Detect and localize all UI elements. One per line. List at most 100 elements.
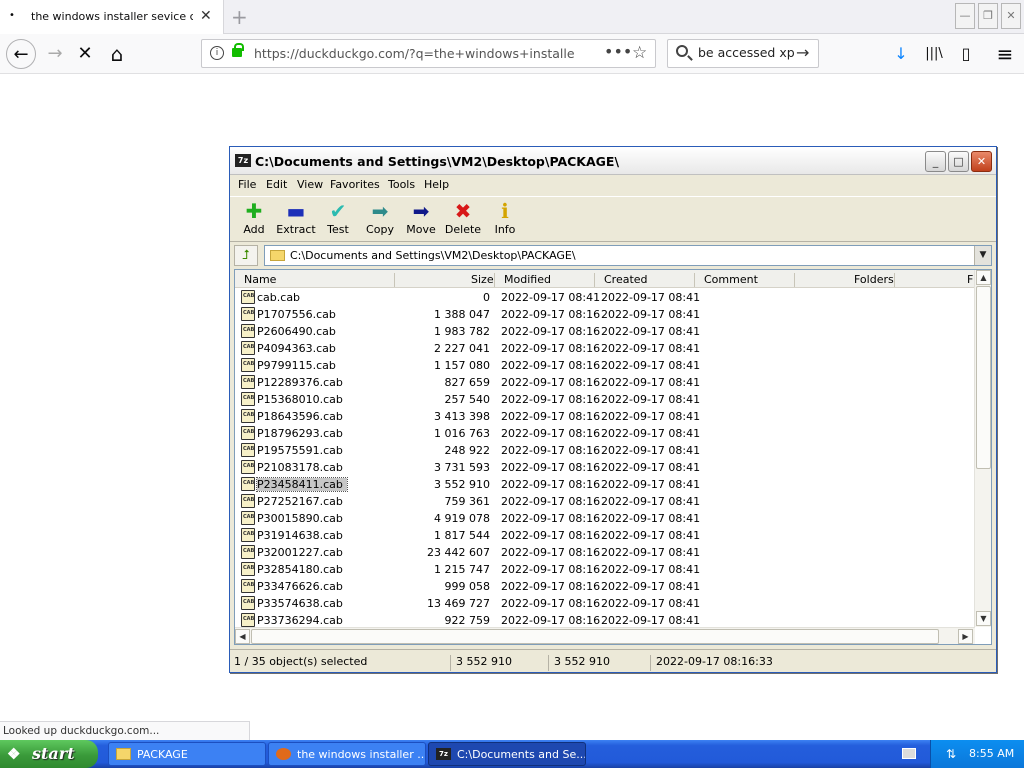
column-created[interactable]: Created: [604, 273, 648, 286]
7zip-title-bar[interactable]: 7z C:\Documents and Settings\VM2\Desktop…: [230, 147, 996, 175]
back-button[interactable]: ←: [6, 39, 36, 69]
file-row[interactable]: P2606490.cab 1 983 782 2022-09-17 08:16202…: [235, 323, 975, 340]
taskbar-item-7zip[interactable]: 7z C:\Documents and Se...: [428, 742, 586, 766]
forward-button[interactable]: →: [40, 39, 70, 69]
vertical-scrollbar[interactable]: ▲ ▼: [974, 270, 991, 627]
file-row[interactable]: P32001227.cab 23 442 607 2022-09-17 08:162…: [235, 544, 975, 561]
home-button[interactable]: ⌂: [102, 39, 132, 69]
scroll-left-icon[interactable]: ◀: [235, 629, 250, 644]
file-row[interactable]: P23458411.cab 3 552 910 2022-09-17 08:1620…: [235, 476, 975, 493]
menu-icon[interactable]: ≡: [991, 40, 1019, 68]
menu-file[interactable]: File: [238, 178, 256, 191]
url-text[interactable]: https://duckduckgo.com/?q=the+windows+in…: [254, 46, 574, 61]
7zip-minimize-button[interactable]: _: [925, 151, 946, 172]
keyboard-layout-icon[interactable]: [902, 748, 916, 759]
file-name: P4094363.cab: [257, 342, 336, 355]
page-actions-icon[interactable]: •••: [604, 42, 632, 61]
file-row[interactable]: P33476626.cab 999 058 2022-09-17 08:162022…: [235, 578, 975, 595]
file-row[interactable]: P32854180.cab 1 215 747 2022-09-17 08:1620…: [235, 561, 975, 578]
file-row[interactable]: P27252167.cab 759 361 2022-09-17 08:162022…: [235, 493, 975, 510]
file-row[interactable]: P1707556.cab 1 388 047 2022-09-17 08:16202…: [235, 306, 975, 323]
info-button[interactable]: ℹ Info: [483, 199, 527, 236]
horizontal-scrollbar[interactable]: ◀ ▶: [235, 627, 975, 644]
7zip-close-button[interactable]: ✕: [971, 151, 992, 172]
column-name[interactable]: Name: [244, 273, 276, 286]
file-size: 3 552 910: [434, 478, 490, 491]
browser-restore-button[interactable]: ❐: [978, 3, 998, 29]
extract-button[interactable]: ▬ Extract: [274, 199, 318, 236]
library-icon[interactable]: |||\: [920, 40, 948, 68]
file-name: P23458411.cab: [256, 477, 348, 492]
url-bar[interactable]: i https://duckduckgo.com/?q=the+windows+…: [201, 39, 656, 68]
taskbar-item-package[interactable]: PACKAGE: [108, 742, 266, 766]
file-row[interactable]: P18643596.cab 3 413 398 2022-09-17 08:1620…: [235, 408, 975, 425]
menu-help[interactable]: Help: [424, 178, 449, 191]
network-icon[interactable]: ⇅: [943, 746, 959, 762]
browser-minimize-button[interactable]: —: [955, 3, 975, 29]
file-row[interactable]: P19575591.cab 248 922 2022-09-17 08:162022…: [235, 442, 975, 459]
file-size: 922 759: [444, 614, 491, 627]
column-comment[interactable]: Comment: [704, 273, 758, 286]
taskbar-item-firefox[interactable]: the windows installer ...: [268, 742, 426, 766]
delete-button[interactable]: ✖ Delete: [441, 199, 485, 236]
file-created: 2022-09-17 08:41: [601, 342, 701, 355]
menu-tools[interactable]: Tools: [388, 178, 415, 191]
file-size: 759 361: [444, 495, 491, 508]
file-row[interactable]: P21083178.cab 3 731 593 2022-09-17 08:1620…: [235, 459, 975, 476]
file-size: 1 157 080: [434, 359, 490, 372]
file-created: 2022-09-17 08:41: [601, 444, 701, 457]
search-bar[interactable]: →: [667, 39, 819, 68]
column-size[interactable]: Size: [471, 273, 494, 286]
file-row[interactable]: P15368010.cab 257 540 2022-09-17 08:162022…: [235, 391, 975, 408]
7zip-menu-bar: File Edit View Favorites Tools Help: [230, 175, 996, 195]
folder-icon: [270, 250, 285, 261]
column-folders[interactable]: Folders: [854, 273, 894, 286]
sidebar-icon[interactable]: ▯: [952, 40, 980, 68]
tab-close-icon[interactable]: ✕: [200, 8, 212, 24]
file-size: 0: [483, 291, 490, 304]
test-button[interactable]: ✔ Test: [316, 199, 360, 236]
column-modified[interactable]: Modified: [504, 273, 551, 286]
copy-button[interactable]: ➡ Copy: [358, 199, 402, 236]
browser-close-button[interactable]: ✕: [1001, 3, 1021, 29]
address-path[interactable]: C:\Documents and Settings\VM2\Desktop\PA…: [290, 249, 576, 262]
vertical-scroll-thumb[interactable]: [976, 286, 991, 469]
copy-label: Copy: [366, 223, 394, 236]
move-button[interactable]: ➡ Move: [399, 199, 443, 236]
address-dropdown-icon[interactable]: ▼: [974, 246, 991, 265]
file-row[interactable]: P31914638.cab 1 817 544 2022-09-17 08:1620…: [235, 527, 975, 544]
file-row[interactable]: P30015890.cab 4 919 078 2022-09-17 08:1620…: [235, 510, 975, 527]
stop-button[interactable]: ✕: [70, 39, 100, 69]
file-row[interactable]: P9799115.cab 1 157 080 2022-09-17 08:16202…: [235, 357, 975, 374]
7zip-maximize-button[interactable]: □: [948, 151, 969, 172]
scroll-up-icon[interactable]: ▲: [976, 270, 991, 285]
clock[interactable]: 8:55 AM: [969, 747, 1014, 760]
downloads-icon[interactable]: ↓: [887, 40, 915, 68]
start-button[interactable]: ❖ start: [0, 740, 98, 768]
horizontal-scroll-thumb[interactable]: [251, 629, 939, 644]
add-button[interactable]: ✚ Add: [232, 199, 276, 236]
menu-favorites[interactable]: Favorites: [330, 178, 380, 191]
file-row[interactable]: cab.cab 0 2022-09-17 08:412022-09-17 08:41: [235, 289, 975, 306]
folder-up-button[interactable]: ⮥: [234, 245, 258, 266]
column-files[interactable]: F: [967, 273, 973, 286]
cab-file-icon: [241, 426, 255, 440]
file-row[interactable]: P18796293.cab 1 016 763 2022-09-17 08:1620…: [235, 425, 975, 442]
file-row[interactable]: P33574638.cab 13 469 727 2022-09-17 08:162…: [235, 595, 975, 612]
new-tab-button[interactable]: +: [231, 5, 248, 29]
cab-file-icon: [241, 375, 255, 389]
info-icon: ℹ: [501, 199, 509, 223]
file-row[interactable]: P12289376.cab 827 659 2022-09-17 08:162022…: [235, 374, 975, 391]
site-info-icon[interactable]: i: [210, 46, 224, 60]
search-go-icon[interactable]: →: [796, 43, 809, 62]
browser-tab[interactable]: • the windows installer sevice could ✕: [0, 0, 224, 34]
scroll-down-icon[interactable]: ▼: [976, 611, 991, 626]
cab-file-icon: [241, 358, 255, 372]
search-input[interactable]: [698, 45, 798, 60]
address-combobox[interactable]: C:\Documents and Settings\VM2\Desktop\PA…: [264, 245, 992, 266]
menu-view[interactable]: View: [297, 178, 323, 191]
bookmark-star-icon[interactable]: ☆: [632, 43, 647, 63]
menu-edit[interactable]: Edit: [266, 178, 287, 191]
file-row[interactable]: P4094363.cab 2 227 041 2022-09-17 08:16202…: [235, 340, 975, 357]
scroll-right-icon[interactable]: ▶: [958, 629, 973, 644]
